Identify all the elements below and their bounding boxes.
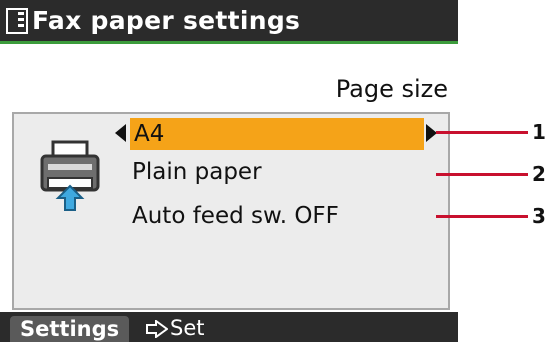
callout-line-3 xyxy=(436,215,528,218)
callout-number-2: 2 xyxy=(532,162,546,186)
callout-number-3: 3 xyxy=(532,204,546,228)
section-label: Page size xyxy=(335,75,448,103)
selection-highlight xyxy=(130,118,424,150)
fax-settings-icon xyxy=(6,8,28,34)
title-bar: Fax paper settings xyxy=(0,0,458,44)
setting-page-size-value[interactable]: A4 xyxy=(134,118,164,150)
set-label: Set xyxy=(170,316,205,340)
left-arrow-icon[interactable] xyxy=(115,124,126,142)
printer-icon xyxy=(40,140,100,211)
callout-number-1: 1 xyxy=(532,120,546,144)
setting-auto-feed-switch[interactable]: Auto feed sw. OFF xyxy=(132,200,339,232)
callout-line-2 xyxy=(436,173,528,176)
settings-softkey[interactable]: Settings xyxy=(10,316,130,342)
setting-media-type[interactable]: Plain paper xyxy=(132,156,262,188)
callout-line-1 xyxy=(436,131,528,134)
page-title: Fax paper settings xyxy=(32,6,301,35)
arrow-set-icon xyxy=(146,320,168,338)
